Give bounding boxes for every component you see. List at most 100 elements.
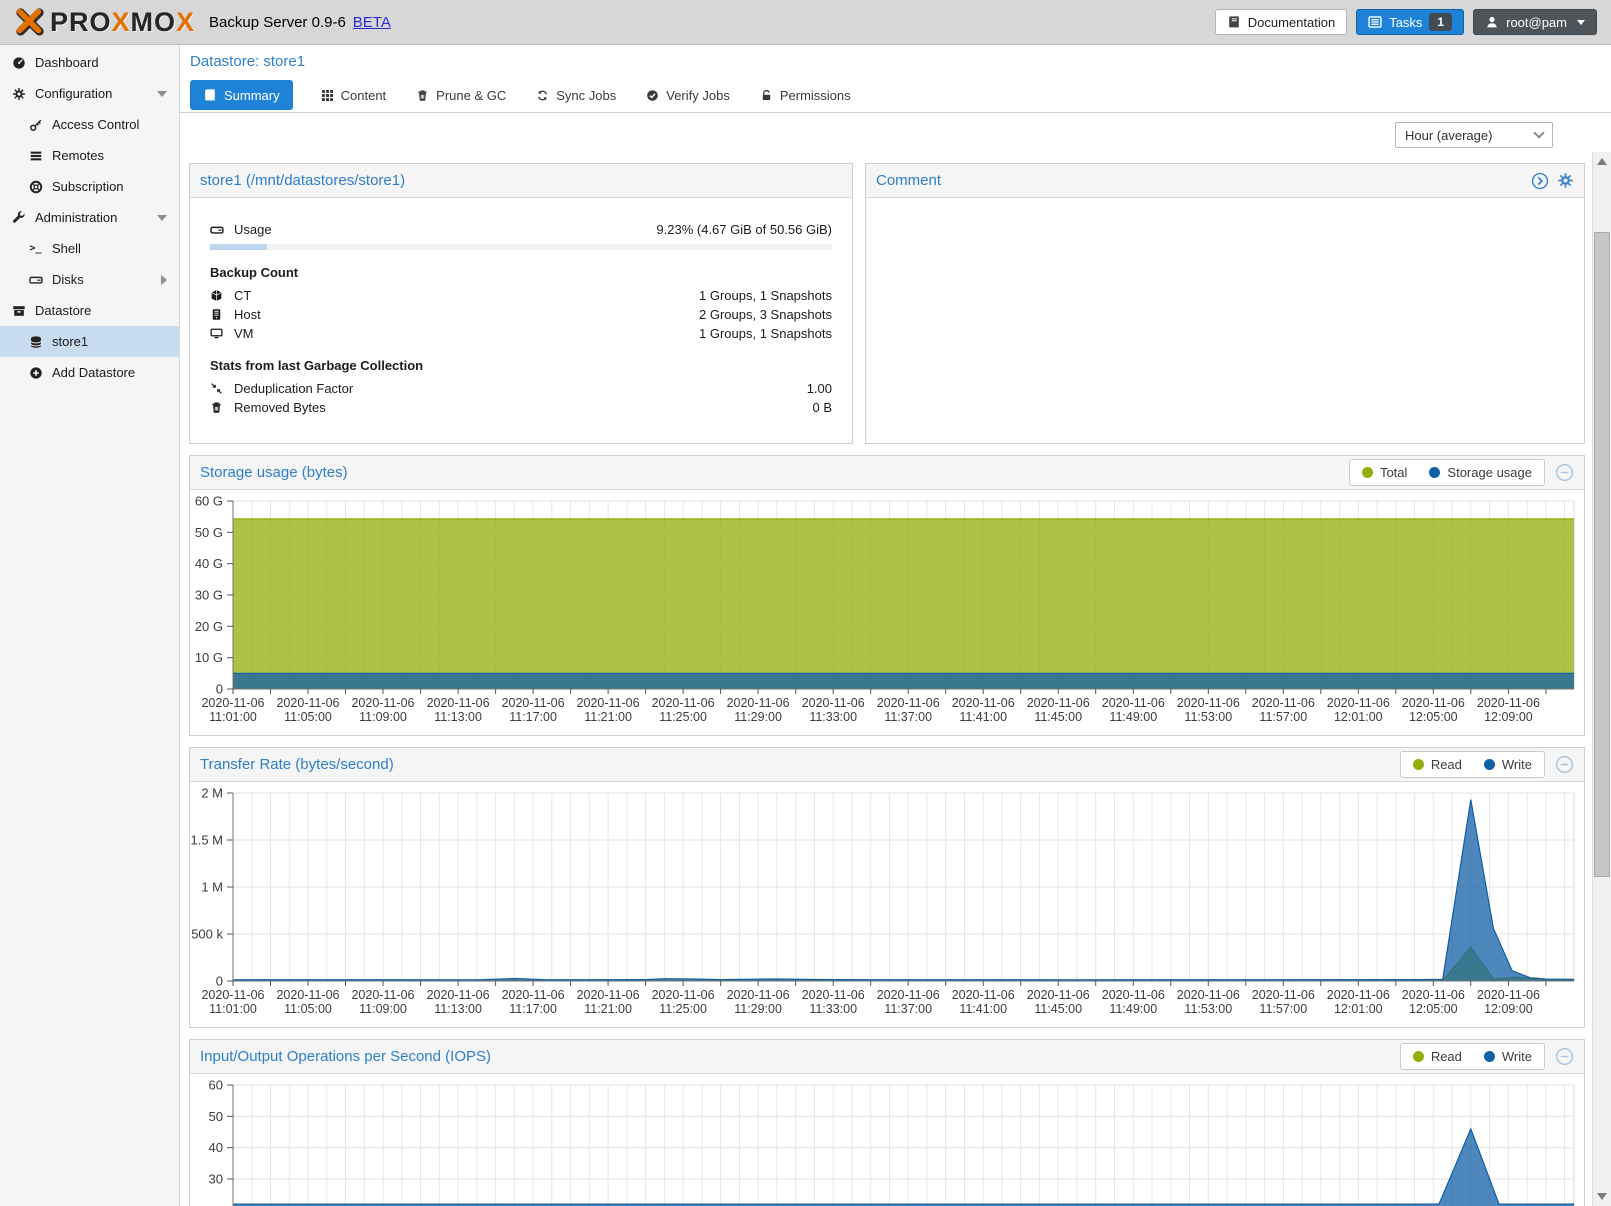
key-icon xyxy=(27,118,44,132)
legend-dot-icon xyxy=(1413,759,1424,770)
collapse-circle-minus-icon[interactable] xyxy=(1555,755,1574,774)
row-value: 1 Groups, 1 Snapshots xyxy=(699,288,832,303)
svg-text:11:37:00: 11:37:00 xyxy=(884,710,932,724)
backup-count-header: Backup Count xyxy=(190,265,852,280)
sidebar-item-subscription[interactable]: Subscription xyxy=(0,171,179,202)
main-content: Datastore: store1 Summary Content Prune … xyxy=(180,45,1611,1206)
documentation-button[interactable]: Documentation xyxy=(1215,9,1347,35)
svg-text:50: 50 xyxy=(209,1109,223,1124)
chevron-down-icon[interactable] xyxy=(157,215,167,221)
svg-text:2020-11-06: 2020-11-06 xyxy=(577,988,640,1002)
svg-text:11:05:00: 11:05:00 xyxy=(284,1002,332,1016)
dedup-row: Deduplication Factor 1.00 xyxy=(190,379,852,398)
svg-text:10 G: 10 G xyxy=(195,650,223,665)
chart-title: Input/Output Operations per Second (IOPS… xyxy=(200,1048,491,1065)
sidebar-item-shell[interactable]: >_ Shell xyxy=(0,233,179,264)
expand-arrow-circle-icon[interactable] xyxy=(1531,172,1549,190)
sidebar-item-label: Configuration xyxy=(35,86,112,101)
panel-title: Comment xyxy=(876,172,941,189)
time-range-select[interactable]: Hour (average) xyxy=(1395,122,1553,148)
chart-title: Transfer Rate (bytes/second) xyxy=(200,756,394,773)
user-menu-button[interactable]: root@pam xyxy=(1473,9,1597,35)
legend-item: Read xyxy=(1413,757,1462,772)
svg-text:30 G: 30 G xyxy=(195,588,223,603)
svg-text:2020-11-06: 2020-11-06 xyxy=(276,988,339,1002)
logo-text: PROXMOX xyxy=(50,7,195,38)
legend-item: Storage usage xyxy=(1429,465,1532,480)
sidebar-item-datastore[interactable]: Datastore xyxy=(0,295,179,326)
svg-text:2020-11-06: 2020-11-06 xyxy=(802,988,865,1002)
dedup-compress-icon xyxy=(210,382,226,395)
check-circle-icon xyxy=(646,89,659,102)
tab-verify-jobs[interactable]: Verify Jobs xyxy=(644,80,732,110)
svg-text:2020-11-06: 2020-11-06 xyxy=(201,988,264,1002)
svg-text:40: 40 xyxy=(209,1140,223,1155)
svg-text:11:53:00: 11:53:00 xyxy=(1184,710,1232,724)
usage-value: 9.23% (4.67 GiB of 50.56 GiB) xyxy=(656,222,832,237)
vertical-scrollbar[interactable] xyxy=(1592,152,1611,1206)
chevron-right-icon[interactable] xyxy=(161,275,167,285)
svg-text:11:57:00: 11:57:00 xyxy=(1259,710,1307,724)
svg-text:50 G: 50 G xyxy=(195,525,223,540)
sidebar-item-label: Dashboard xyxy=(35,55,99,70)
scroll-up-arrow-icon[interactable] xyxy=(1597,158,1607,165)
svg-text:2 M: 2 M xyxy=(201,786,223,801)
svg-text:2020-11-06: 2020-11-06 xyxy=(1177,696,1240,710)
svg-text:11:49:00: 11:49:00 xyxy=(1109,1002,1157,1016)
gear-icon[interactable] xyxy=(1557,172,1574,189)
svg-text:2020-11-06: 2020-11-06 xyxy=(1102,988,1165,1002)
sidebar-item-administration[interactable]: Administration xyxy=(0,202,179,233)
scroll-down-arrow-icon[interactable] xyxy=(1597,1193,1607,1200)
row-label: VM xyxy=(234,326,254,341)
tab-summary[interactable]: Summary xyxy=(190,80,293,110)
svg-text:2020-11-06: 2020-11-06 xyxy=(1477,988,1540,1002)
vm-row: VM 1 Groups, 1 Snapshots xyxy=(190,324,852,343)
sidebar-item-remotes[interactable]: Remotes xyxy=(0,140,179,171)
sidebar-item-access-control[interactable]: Access Control xyxy=(0,109,179,140)
tasks-count-badge: 1 xyxy=(1429,13,1452,31)
sidebar-item-dashboard[interactable]: Dashboard xyxy=(0,47,179,78)
gear-icon xyxy=(10,87,27,101)
svg-text:11:01:00: 11:01:00 xyxy=(209,710,257,724)
svg-text:11:01:00: 11:01:00 xyxy=(209,1002,257,1016)
chevron-down-icon[interactable] xyxy=(157,91,167,97)
book-icon xyxy=(1227,15,1241,29)
tab-prune-gc[interactable]: Prune & GC xyxy=(414,80,508,110)
svg-text:12:09:00: 12:09:00 xyxy=(1484,1002,1533,1016)
chart-legend: Read Write xyxy=(1400,751,1545,778)
collapse-circle-minus-icon[interactable] xyxy=(1555,463,1574,482)
svg-text:1.5 M: 1.5 M xyxy=(190,833,223,848)
sidebar-item-add-datastore[interactable]: Add Datastore xyxy=(0,357,179,388)
ct-row: CT 1 Groups, 1 Snapshots xyxy=(190,286,852,305)
svg-text:2020-11-06: 2020-11-06 xyxy=(351,696,414,710)
collapse-circle-minus-icon[interactable] xyxy=(1555,1047,1574,1066)
tab-content[interactable]: Content xyxy=(319,80,389,110)
dashboard-gauge-icon xyxy=(10,56,27,70)
wrench-icon xyxy=(10,211,27,225)
tab-permissions[interactable]: Permissions xyxy=(758,80,853,110)
list-icon xyxy=(27,149,44,163)
database-icon xyxy=(27,335,44,349)
sidebar-item-store1[interactable]: store1 xyxy=(0,326,179,357)
tasks-button[interactable]: Tasks 1 xyxy=(1356,9,1464,35)
svg-text:11:41:00: 11:41:00 xyxy=(959,1002,1007,1016)
svg-text:11:05:00: 11:05:00 xyxy=(284,710,332,724)
tab-label: Verify Jobs xyxy=(666,88,730,103)
scrollbar-thumb[interactable] xyxy=(1594,232,1610,877)
user-icon xyxy=(1485,15,1499,29)
legend-item: Write xyxy=(1484,757,1532,772)
usage-label: Usage xyxy=(234,222,272,237)
svg-text:40 G: 40 G xyxy=(195,556,223,571)
plus-circle-icon xyxy=(27,366,44,380)
svg-text:11:25:00: 11:25:00 xyxy=(659,1002,707,1016)
svg-text:11:33:00: 11:33:00 xyxy=(809,1002,857,1016)
life-ring-icon xyxy=(27,180,44,194)
svg-text:11:29:00: 11:29:00 xyxy=(734,1002,782,1016)
datastore-summary-panel: store1 (/mnt/datastores/store1) Usage 9.… xyxy=(189,163,853,444)
tab-sync-jobs[interactable]: Sync Jobs xyxy=(534,80,618,110)
sidebar-item-configuration[interactable]: Configuration xyxy=(0,78,179,109)
svg-text:2020-11-06: 2020-11-06 xyxy=(502,696,565,710)
sidebar-item-label: Add Datastore xyxy=(52,365,135,380)
beta-link[interactable]: BETA xyxy=(353,14,391,31)
sidebar-item-disks[interactable]: Disks xyxy=(0,264,179,295)
